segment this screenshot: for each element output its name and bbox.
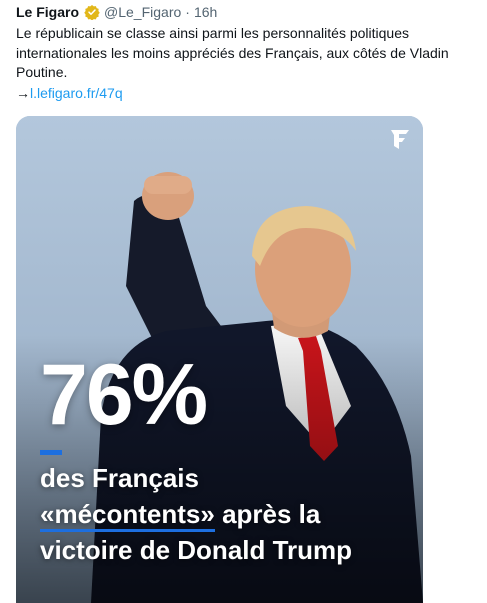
- tweet-text: Le républicain se classe ainsi parmi les…: [16, 25, 449, 80]
- separator-dot: ·: [185, 4, 190, 20]
- le-figaro-logo-icon: [391, 130, 409, 149]
- accent-dash: [40, 450, 62, 455]
- verified-badge-icon: [84, 5, 100, 20]
- arrow-icon: →: [16, 85, 30, 101]
- tweet-link-line: →l.lefigaro.fr/47q: [16, 84, 123, 104]
- headline-line-1: des Français: [40, 463, 199, 493]
- headline-line-3: victoire de Donald Trump: [40, 535, 353, 565]
- author-handle[interactable]: @Le_Figaro: [104, 4, 181, 20]
- tweet-link[interactable]: l.lefigaro.fr/47q: [30, 85, 123, 101]
- tweet-media-image[interactable]: 76% des Français «mécontents» après la v…: [16, 116, 423, 603]
- tweet-timestamp[interactable]: 16h: [194, 4, 217, 20]
- stat-percentage: 76%: [40, 347, 208, 443]
- headline-line-2: «mécontents» après la: [40, 496, 420, 532]
- headline-line-2-rest: après la: [214, 499, 321, 529]
- headline-highlight: «mécontents»: [40, 499, 215, 532]
- author-name[interactable]: Le Figaro: [16, 4, 79, 20]
- tweet-header: Le Figaro @Le_Figaro · 16h: [16, 2, 217, 22]
- image-headline: des Français «mécontents» après la victo…: [40, 460, 420, 568]
